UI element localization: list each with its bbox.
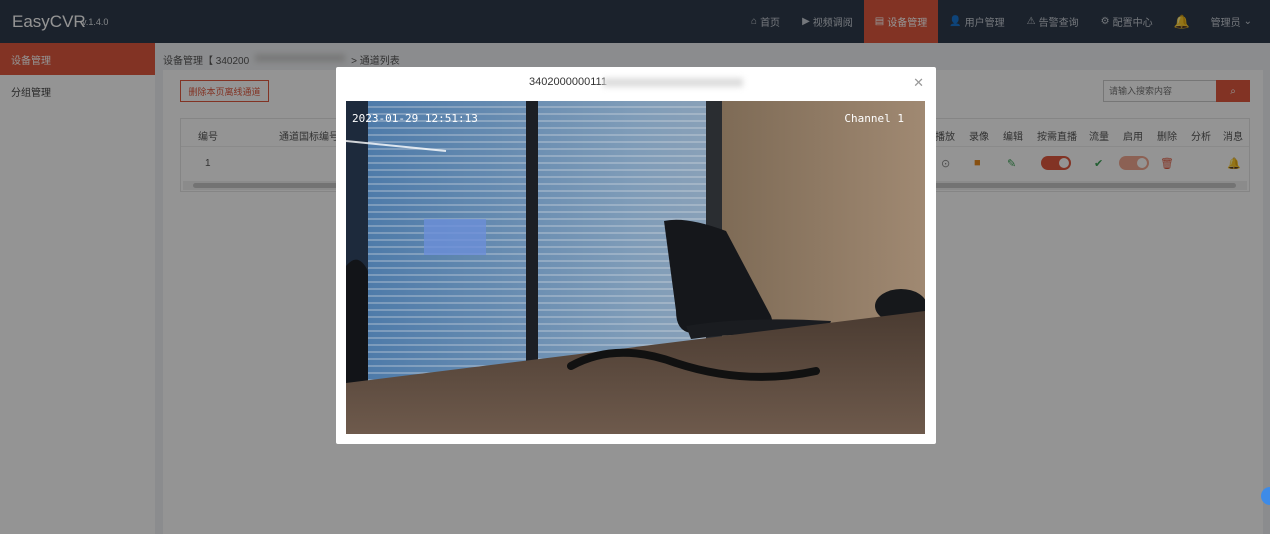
video-player-modal: 3402000000111 ✕ 2023-01-29 12:51:13 Chan… <box>336 67 936 444</box>
video-channel-label: Channel 1 <box>844 112 904 125</box>
redacted-text <box>602 77 743 87</box>
video-stream[interactable]: 2023-01-29 12:51:13 Channel 1 <box>346 101 925 434</box>
video-timestamp: 2023-01-29 12:51:13 <box>352 112 478 125</box>
modal-title: 3402000000111 <box>529 76 607 88</box>
camera-frame <box>346 101 925 434</box>
close-icon[interactable]: ✕ <box>913 75 924 91</box>
modal-title-wrap: 3402000000111 <box>336 76 936 88</box>
